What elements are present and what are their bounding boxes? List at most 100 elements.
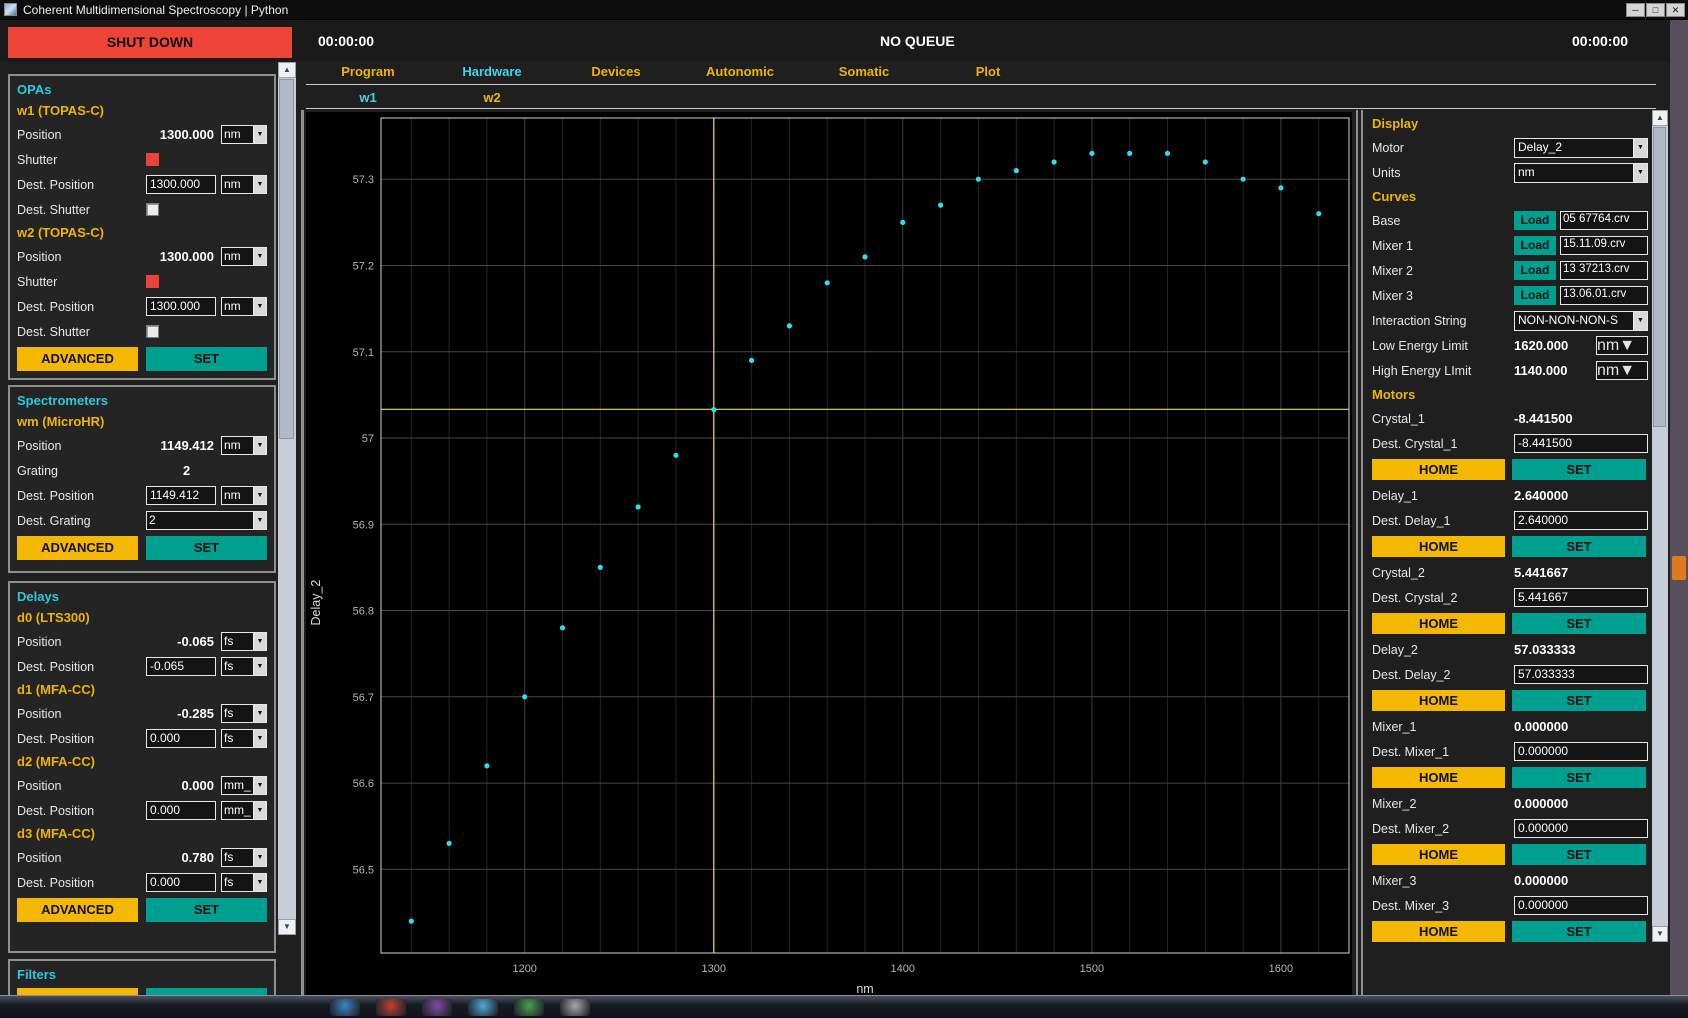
subtab-w2[interactable]: w2 (430, 88, 554, 110)
set-button[interactable]: SET (1512, 921, 1646, 942)
dest-motor-input[interactable]: 0.000000 (1514, 819, 1648, 838)
scroll-up-icon[interactable]: ▲ (278, 62, 296, 78)
right-scrollbar[interactable]: ▲ ▼ (1652, 110, 1668, 942)
maximize-button[interactable]: □ (1646, 3, 1665, 17)
advanced-button[interactable]: ADVANCED (17, 347, 138, 371)
unit-combobox[interactable]: nm▼ (1596, 361, 1648, 380)
right-splitter-a[interactable] (1356, 110, 1358, 995)
curve-file-input[interactable]: 13.06.01.crv (1560, 286, 1648, 305)
left-scrollbar[interactable]: ▲ ▼ (278, 62, 296, 935)
set-button[interactable]: SET (1512, 767, 1646, 788)
advanced-button[interactable]: ADVANCED (17, 898, 138, 922)
shutter-indicator[interactable] (146, 153, 159, 166)
home-button[interactable]: HOME (1372, 613, 1505, 634)
dest-position-input[interactable]: 0.000 (146, 873, 216, 892)
set-button[interactable]: SET (1512, 613, 1646, 634)
home-button[interactable]: HOME (1372, 921, 1505, 942)
unit-combobox[interactable]: nm▼ (221, 125, 267, 144)
dest-motor-input[interactable]: 5.441667 (1514, 588, 1648, 607)
dest-motor-input[interactable]: 2.640000 (1514, 511, 1648, 530)
set-button[interactable]: SET (1512, 536, 1646, 557)
unit-combobox[interactable]: fs▼ (221, 848, 267, 867)
tab-somatic[interactable]: Somatic (802, 62, 926, 84)
unit-combobox[interactable]: nm▼ (221, 436, 267, 455)
close-button[interactable]: ✕ (1666, 3, 1685, 17)
dest-motor-input[interactable]: -8.441500 (1514, 434, 1648, 453)
motor-value: 0.000000 (1514, 796, 1568, 811)
curve-row: Mixer 3Load13.06.01.crv (1366, 283, 1648, 308)
scroll-down-icon[interactable]: ▼ (1652, 926, 1668, 942)
set-button[interactable]: SET (146, 898, 267, 922)
unit-combobox[interactable]: nm▼ (221, 175, 267, 194)
curve-file-input[interactable]: 15.11.09.crv (1560, 236, 1648, 255)
unit-combobox[interactable]: fs▼ (221, 657, 267, 676)
load-button[interactable]: Load (1514, 211, 1556, 230)
dest-position-input[interactable]: 1149.412 (146, 486, 216, 505)
load-button[interactable]: Load (1514, 286, 1556, 305)
taskbar-icon-blue[interactable] (330, 999, 360, 1016)
tab-devices[interactable]: Devices (554, 62, 678, 84)
unit-combobox[interactable]: nm▼ (221, 247, 267, 266)
set-button[interactable]: SET (146, 536, 267, 560)
home-button[interactable]: HOME (1372, 536, 1505, 557)
taskbar-icon-green[interactable] (514, 999, 544, 1016)
dest-position-input[interactable]: 1300.000 (146, 175, 216, 194)
taskbar-icon-purple[interactable] (422, 999, 452, 1016)
minimize-button[interactable]: ─ (1626, 3, 1645, 17)
field-label: Position (17, 779, 144, 793)
unit-combobox[interactable]: nm▼ (1596, 336, 1648, 355)
dest-motor-input[interactable]: 0.000000 (1514, 896, 1648, 915)
dest-position-input[interactable]: -0.065 (146, 657, 216, 676)
home-button[interactable]: HOME (1372, 459, 1505, 480)
units-combobox[interactable]: nm▼ (1514, 163, 1648, 183)
scroll-up-icon[interactable]: ▲ (1652, 110, 1668, 126)
home-button[interactable]: HOME (1372, 690, 1505, 711)
tab-hardware[interactable]: Hardware (430, 62, 554, 84)
scroll-down-icon[interactable]: ▼ (278, 919, 296, 935)
dest-grating-combobox[interactable]: 2▼ (146, 511, 267, 530)
unit-combobox[interactable]: nm▼ (221, 297, 267, 316)
curve-file-input[interactable]: 13 37213.crv (1560, 261, 1648, 280)
left-splitter[interactable] (301, 110, 304, 995)
subtab-w1[interactable]: w1 (306, 88, 430, 110)
taskbar-icon-red[interactable] (376, 999, 406, 1016)
interaction-string-combobox[interactable]: NON-NON-NON-S▼ (1514, 311, 1648, 331)
load-button[interactable]: Load (1514, 261, 1556, 280)
taskbar-icon-lightblue[interactable] (468, 999, 498, 1016)
right-scrollbar-thumb[interactable] (1653, 127, 1666, 427)
dest-motor-input[interactable]: 0.000000 (1514, 742, 1648, 761)
home-button[interactable]: HOME (1372, 767, 1505, 788)
dest-position-input[interactable]: 1300.000 (146, 297, 216, 316)
plot-canvas[interactable]: 1200130014001500160056.556.656.756.856.9… (306, 112, 1352, 995)
left-scrollbar-thumb[interactable] (279, 79, 294, 439)
unit-combobox[interactable]: mm_▼ (221, 776, 267, 795)
set-button[interactable]: SET (1512, 690, 1646, 711)
shutter-indicator[interactable] (146, 275, 159, 288)
load-button[interactable]: Load (1514, 236, 1556, 255)
tab-plot[interactable]: Plot (926, 62, 1050, 84)
right-splitter-b[interactable] (1361, 110, 1363, 995)
dest-position-input[interactable]: 0.000 (146, 729, 216, 748)
set-button[interactable]: SET (1512, 459, 1646, 480)
dest-position-input[interactable]: 0.000 (146, 801, 216, 820)
set-button[interactable]: SET (146, 347, 267, 371)
dest-shutter-checkbox[interactable] (146, 325, 159, 338)
dest-shutter-checkbox[interactable] (146, 203, 159, 216)
unit-combobox[interactable]: fs▼ (221, 873, 267, 892)
unit-combobox[interactable]: fs▼ (221, 632, 267, 651)
taskbar-icon-gray[interactable] (560, 999, 590, 1016)
tab-autonomic[interactable]: Autonomic (678, 62, 802, 84)
dest-motor-input[interactable]: 57.033333 (1514, 665, 1648, 684)
unit-combobox[interactable]: fs▼ (221, 729, 267, 748)
set-button[interactable]: SET (1512, 844, 1646, 865)
curve-file-input[interactable]: 05 67764.crv (1560, 211, 1648, 230)
unit-combobox[interactable]: mm_▼ (221, 801, 267, 820)
tab-program[interactable]: Program (306, 62, 430, 84)
motor-combobox[interactable]: Delay_2▼ (1514, 138, 1648, 158)
taskbar[interactable] (0, 995, 1688, 1018)
unit-combobox[interactable]: nm▼ (221, 486, 267, 505)
shutdown-button[interactable]: SHUT DOWN (8, 27, 292, 58)
unit-combobox[interactable]: fs▼ (221, 704, 267, 723)
advanced-button[interactable]: ADVANCED (17, 536, 138, 560)
home-button[interactable]: HOME (1372, 844, 1505, 865)
